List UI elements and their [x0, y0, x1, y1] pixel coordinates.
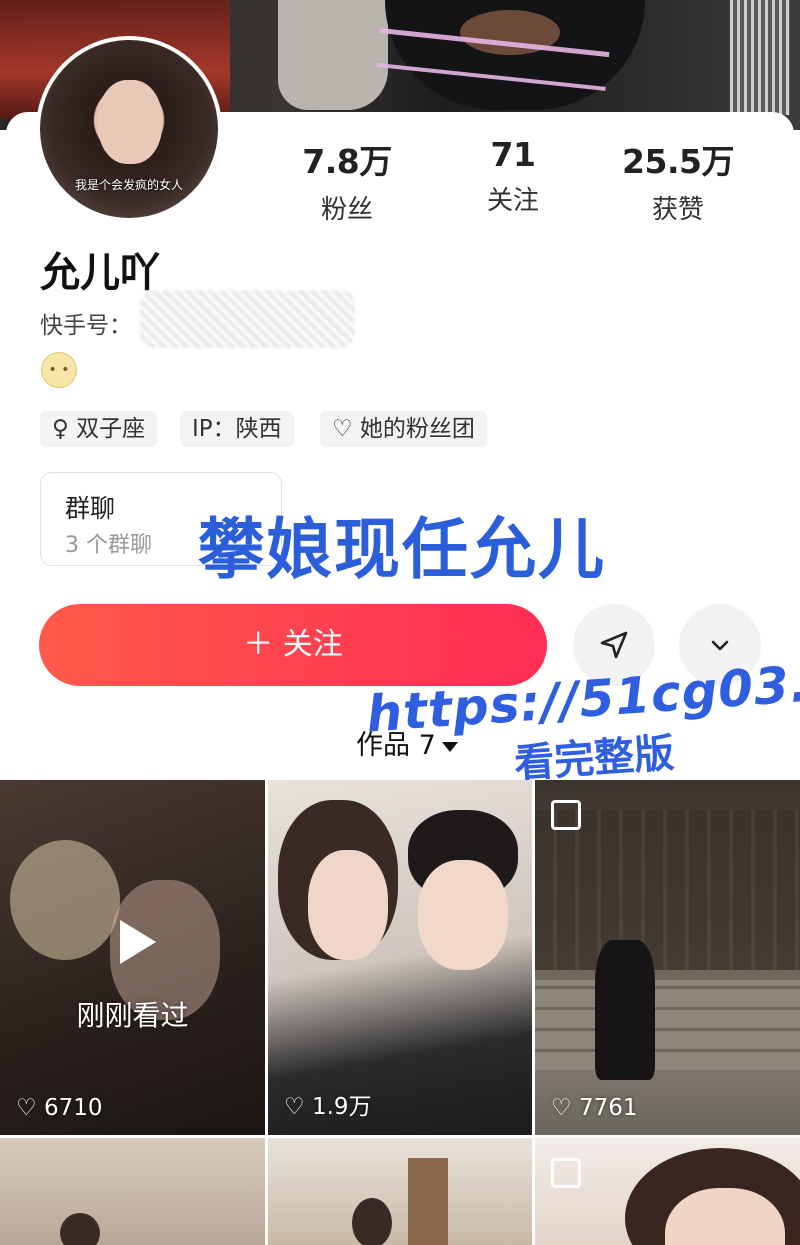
tag-ip-location[interactable]: IP：陕西 [180, 411, 294, 447]
kuaishou-id-label: 快手号： [40, 313, 132, 339]
image-thumbnail[interactable] [535, 1138, 800, 1245]
chevron-down-icon [711, 640, 729, 651]
stat-fans[interactable]: 7.8万 粉丝 [272, 135, 422, 226]
stat-likes-label: 获赞 [651, 195, 704, 225]
follow-button[interactable]: ＋ 关注 [39, 604, 547, 686]
video-thumbnail[interactable] [268, 1138, 532, 1245]
dropdown-arrow-icon [441, 741, 458, 752]
like-count: ♡ 1.9万 [284, 1094, 372, 1120]
send-icon [600, 631, 628, 659]
tag-fan-club[interactable]: ♡ 她的粉丝团 [320, 411, 487, 447]
image-thumbnail[interactable]: ♡ 7761 [535, 780, 800, 1135]
stat-following[interactable]: 71 关注 [438, 135, 588, 217]
recently-viewed-label: 刚刚看过 [76, 999, 189, 1032]
gallery-icon [551, 800, 581, 830]
group-chat-subtitle: 3 个群聊 [65, 533, 152, 558]
video-thumbnail[interactable] [0, 1138, 265, 1245]
like-count: ♡ 7761 [551, 1095, 638, 1121]
gallery-icon [551, 1158, 581, 1188]
like-count: ♡ 6710 [16, 1095, 103, 1121]
avatar[interactable]: 我是个会发疯的女人 [36, 36, 222, 222]
stat-fans-value: 7.8万 [302, 142, 392, 181]
group-chat-title: 群聊 [65, 494, 116, 523]
redacted-id [140, 290, 355, 348]
tag-zodiac[interactable]: ♀ 双子座 [40, 411, 158, 447]
stat-following-label: 关注 [486, 186, 539, 216]
video-thumbnail[interactable]: ♡ 1.9万 [268, 780, 532, 1135]
stat-likes-value: 25.5万 [622, 142, 734, 181]
avatar-caption: 我是个会发疯的女人 [74, 178, 183, 192]
stat-fans-label: 粉丝 [320, 195, 373, 225]
stat-following-value: 71 [490, 135, 536, 174]
play-icon [120, 920, 156, 964]
video-thumbnail[interactable]: 刚刚看过 ♡ 6710 [0, 780, 265, 1135]
face-emoji-icon: • • [41, 352, 77, 388]
watermark-headline: 攀娘现任允儿 [198, 511, 606, 588]
stat-likes[interactable]: 25.5万 获赞 [603, 135, 753, 226]
profile-name: 允儿吖 [40, 250, 160, 296]
